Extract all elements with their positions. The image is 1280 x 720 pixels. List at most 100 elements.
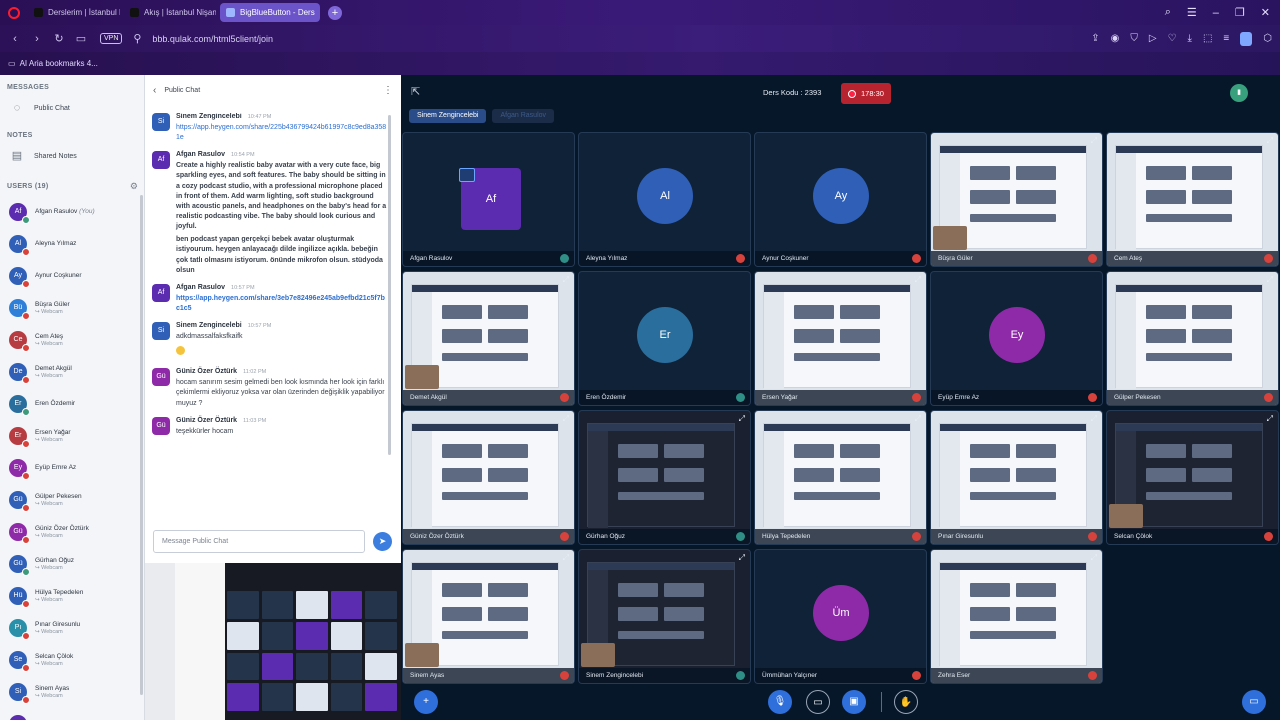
user-list-item[interactable]: Er Eren Özdemir [0, 388, 144, 420]
back-icon[interactable]: ‹ [8, 33, 22, 45]
message-link[interactable]: https://app.heygen.com/share/3eb7e82496e… [176, 294, 388, 314]
video-tile[interactable]: Ey Eyüp Emre Az [930, 271, 1103, 406]
video-tile[interactable]: ⤢ Sinem Ayas [402, 549, 575, 684]
expand-icon[interactable]: ⤢ [563, 414, 569, 424]
message-sender: Afgan Rasulov 10:54 PM [176, 151, 388, 158]
user-list-item[interactable]: Gü Güniz Özer Öztürk ↪ Webcam [0, 516, 144, 548]
menu-dots-icon[interactable]: ≡ [1223, 33, 1229, 44]
video-tile[interactable]: ⤢ Gürhan Oğuz [578, 410, 751, 545]
expand-icon[interactable]: ⤢ [1091, 414, 1097, 424]
raise-hand-button[interactable]: ✋ [894, 690, 918, 714]
close-icon[interactable]: ✕ [1261, 6, 1270, 19]
talking-indicator[interactable]: Sinem Zengincelebi [409, 109, 487, 123]
tab-derslerim[interactable]: Derslerim | İstanbul Nişan… [28, 3, 120, 22]
video-tile[interactable]: ⤢ Büşra Güler [930, 132, 1103, 267]
chevron-left-icon[interactable]: ‹ [153, 85, 156, 96]
video-tile[interactable]: ⤢ Zehra Eser [930, 549, 1103, 684]
lock-icon[interactable]: ⚲ [130, 32, 144, 45]
restore-icon[interactable]: ❐ [1235, 6, 1245, 19]
expand-icon[interactable]: ⤢ [739, 553, 745, 563]
video-tile[interactable]: ⤢ Sinem Zengincelebi [578, 549, 751, 684]
user-list-item[interactable]: Hü Hülya Tepedelen ↪ Webcam [0, 580, 144, 612]
actions-plus-button[interactable]: + [414, 690, 438, 714]
mute-button[interactable]: 🎙 [768, 690, 792, 714]
user-list-item[interactable]: Bü Büşra Güler ↪ Webcam [0, 292, 144, 324]
expand-icon[interactable]: ⤢ [1091, 136, 1097, 146]
video-tile[interactable]: Af Afgan Rasulov [402, 132, 575, 267]
expand-icon[interactable]: ⤢ [563, 553, 569, 563]
expand-icon[interactable]: ⤢ [563, 275, 569, 285]
opera-logo-icon[interactable] [8, 6, 20, 19]
shield-icon[interactable]: ⛉ [1130, 33, 1138, 44]
video-tile[interactable]: Üm Ümmühan Yalçıner [754, 549, 927, 684]
user-list-item[interactable]: Ce Cem Ateş ↪ Webcam [0, 324, 144, 356]
message-link[interactable]: https://app.heygen.com/share/225b4367994… [176, 123, 388, 143]
expand-icon[interactable]: ⤢ [915, 414, 921, 424]
user-list-item[interactable]: SiSinem Zengincelebi [0, 708, 144, 720]
screen-icon[interactable]: ▭ [74, 32, 88, 45]
forward-icon[interactable]: › [30, 33, 44, 45]
connection-status-icon[interactable]: ▮ [1230, 84, 1248, 102]
download-icon[interactable]: ⤓ [1188, 33, 1192, 44]
expand-icon[interactable]: ⤢ [1267, 136, 1273, 146]
user-list-item[interactable]: Ay Aynur Coşkuner [0, 260, 144, 292]
video-tile[interactable]: Ay Aynur Coşkuner [754, 132, 927, 267]
send-button[interactable]: ➤ [373, 532, 392, 551]
user-list-item[interactable]: Af Afgan Rasulov (You) [0, 196, 144, 228]
video-tile[interactable]: Er Eren Özdemir [578, 271, 751, 406]
video-tile[interactable]: ⤢ Cem Ateş [1106, 132, 1279, 267]
reload-icon[interactable]: ↻ [52, 32, 66, 45]
url-field[interactable]: bbb.qulak.com/html5client/join [152, 34, 273, 44]
sidebar-item-shared-notes[interactable]: ▤ Shared Notes [0, 139, 144, 171]
expand-icon[interactable]: ⤢ [1267, 275, 1273, 285]
video-tile[interactable]: ⤢ Selcan Çölok [1106, 410, 1279, 545]
tab-bigbluebutton[interactable]: BigBlueButton - Ders ✕ [220, 3, 320, 22]
expand-icon[interactable]: ⤢ [1091, 553, 1097, 563]
video-tile[interactable]: ⤢ Ersen Yağar [754, 271, 927, 406]
video-tile[interactable]: ⤢ Demet Akgül [402, 271, 575, 406]
camera-icon[interactable]: ◉ [1111, 33, 1120, 44]
cube-icon[interactable]: ⬡ [1263, 33, 1272, 44]
talking-indicator[interactable]: Afgan Rasulov [492, 109, 555, 123]
user-list-item[interactable]: De Demet Akgül ↪ Webcam [0, 356, 144, 388]
presentation-toggle-button[interactable]: ▭ [1242, 690, 1266, 714]
play-icon[interactable]: ▷ [1149, 33, 1157, 44]
share-icon[interactable]: ⇪ [1091, 33, 1099, 44]
share-screen-button[interactable]: ▣ [842, 690, 866, 714]
user-list-scrollbar[interactable] [140, 195, 143, 695]
vpn-badge[interactable]: VPN [100, 33, 123, 44]
user-list-item[interactable]: Se Selcan Çölok ↪ Webcam [0, 644, 144, 676]
expand-icon[interactable]: ⤢ [1267, 414, 1273, 424]
video-tile[interactable]: ⤢ Gülper Pekesen [1106, 271, 1279, 406]
user-list-item[interactable]: Gü Gürhan Oğuz ↪ Webcam [0, 548, 144, 580]
user-list-item[interactable]: Gü Gülper Pekesen ↪ Webcam [0, 484, 144, 516]
tab-akis[interactable]: Akış | İstanbul Nişantaşı Ü… [124, 3, 216, 22]
user-list-item[interactable]: Si Sinem Ayas ↪ Webcam [0, 676, 144, 708]
video-tile[interactable]: ⤢ Güniz Özer Öztürk [402, 410, 575, 545]
bookmark-aria[interactable]: AI Aria bookmarks 4... [20, 59, 98, 68]
chat-input[interactable]: Message Public Chat [153, 530, 365, 553]
minimize-icon[interactable]: – [1213, 7, 1219, 19]
expand-icon[interactable]: ⤢ [915, 275, 921, 285]
extensions-icon[interactable]: ⬚ [1203, 33, 1212, 44]
video-tile[interactable]: ⤢ Hülya Tepedelen [754, 410, 927, 545]
user-list-toggle-icon[interactable]: ⇱ [411, 85, 420, 98]
chat-options-icon[interactable]: ⋮ [383, 85, 393, 96]
chat-scrollbar[interactable] [388, 115, 391, 455]
video-tile[interactable]: ⤢ Pınar Giresunlu [930, 410, 1103, 545]
recording-indicator[interactable]: 178:30 [841, 83, 891, 104]
camera-button[interactable]: ▭ [806, 690, 830, 714]
expand-icon[interactable]: ⤢ [739, 414, 745, 424]
video-tile[interactable]: Al Aleyna Yılmaz [578, 132, 751, 267]
new-tab-button[interactable]: + [328, 5, 342, 20]
search-icon[interactable]: ⌕ [1165, 6, 1171, 19]
profile-icon[interactable] [1240, 31, 1253, 46]
user-list-item[interactable]: Ey Eyüp Emre Az [0, 452, 144, 484]
menu-icon[interactable]: ☰ [1187, 6, 1197, 19]
sidebar-item-public-chat[interactable]: ◌ Public Chat [0, 91, 144, 123]
user-list-item[interactable]: Pı Pınar Giresunlu ↪ Webcam [0, 612, 144, 644]
heart-icon[interactable]: ♡ [1168, 33, 1177, 44]
user-list-item[interactable]: Er Ersen Yağar ↪ Webcam [0, 420, 144, 452]
user-list-item[interactable]: Al Aleyna Yılmaz [0, 228, 144, 260]
gear-icon[interactable]: ⚙ [130, 181, 138, 192]
